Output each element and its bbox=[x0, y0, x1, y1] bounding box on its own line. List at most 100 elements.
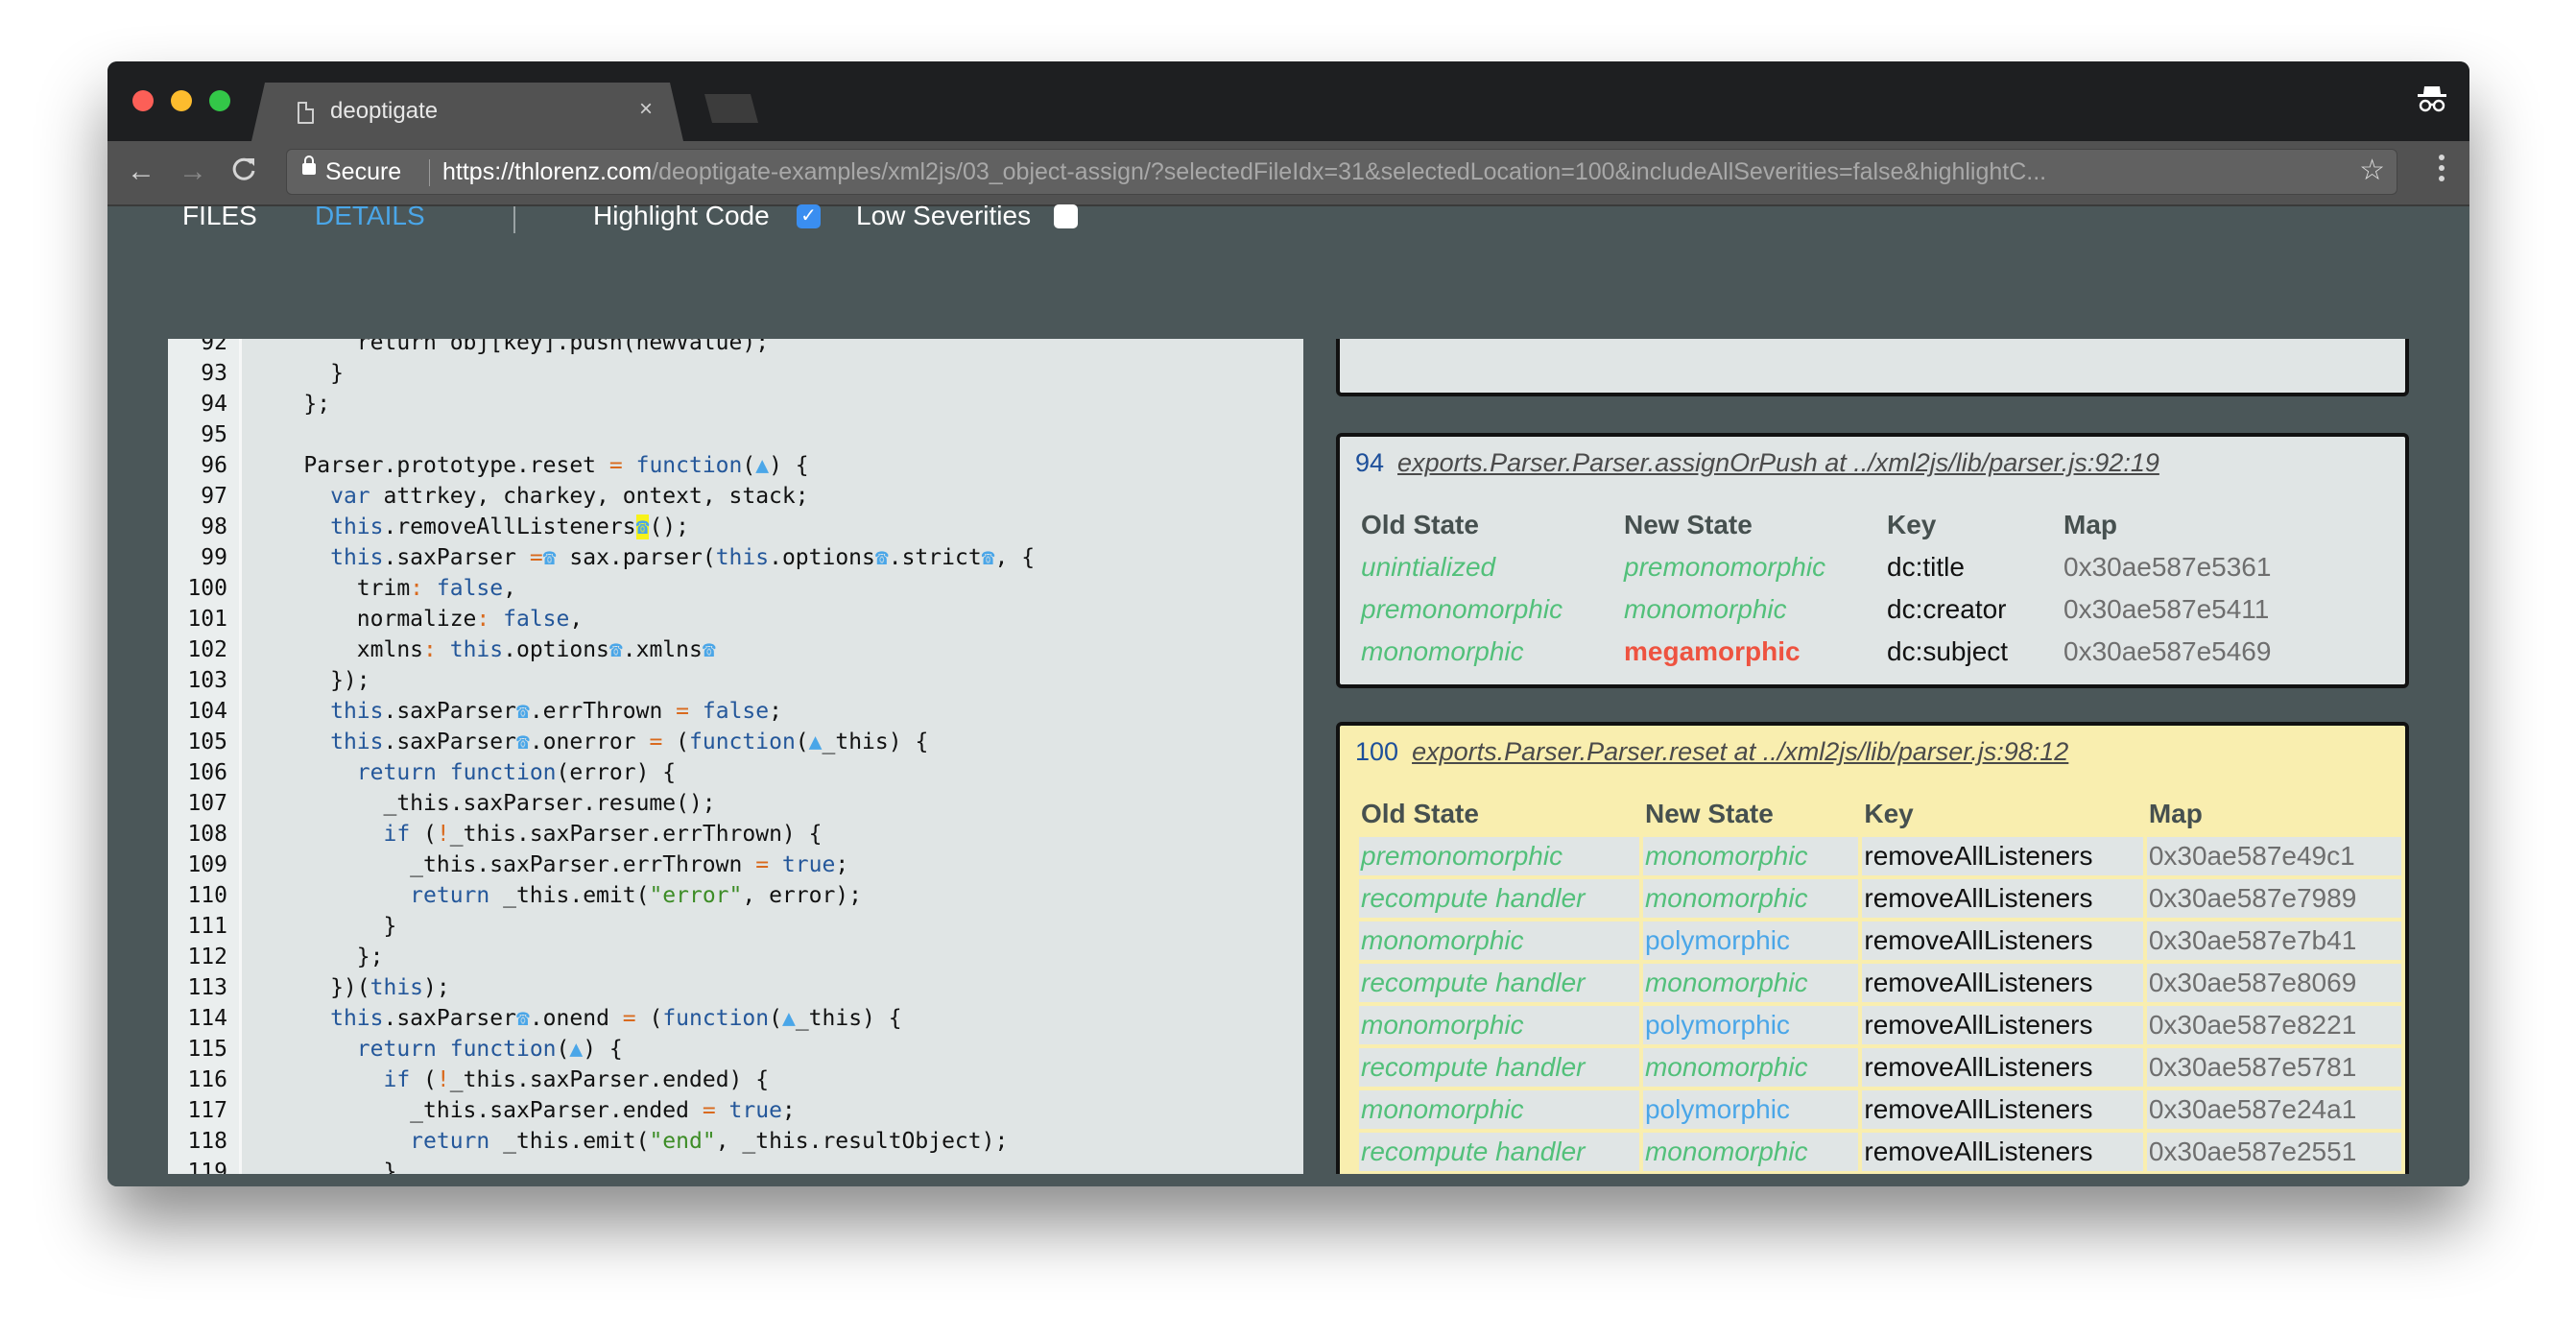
line-source: } bbox=[250, 358, 344, 389]
code-line: 109 _this.saxParser.errThrown = true; bbox=[168, 849, 1303, 880]
back-icon[interactable]: ← bbox=[127, 155, 155, 189]
deopt-marker-icon[interactable]: ▲ bbox=[809, 730, 823, 754]
line-number: 113 bbox=[187, 975, 227, 1000]
ic-marker-icon[interactable]: ☎ bbox=[543, 545, 557, 570]
table-row[interactable]: monomorphic megamorphic dc:subject 0x30ae58… bbox=[1359, 633, 2300, 671]
code-token: , bbox=[503, 576, 516, 601]
line-source: return function(error) { bbox=[250, 757, 676, 788]
highlight-code-checkbox[interactable]: ✓ bbox=[797, 204, 821, 228]
line-number: 105 bbox=[187, 730, 227, 754]
deopt-marker-icon[interactable]: ▲ bbox=[782, 1006, 796, 1031]
ic-marker-icon[interactable]: ☎ bbox=[982, 545, 995, 570]
code-token: }; bbox=[250, 945, 384, 969]
line-source: return _this.emit("end", _this.resultObj… bbox=[250, 1126, 1008, 1157]
table-row[interactable]: recompute handler monomorphic removeAllLis… bbox=[1359, 1048, 2401, 1087]
line-source: if (!_this.saxParser.errThrown) { bbox=[250, 819, 822, 849]
code-token: , { bbox=[994, 545, 1036, 570]
highlight-code-label: Highlight Code bbox=[593, 201, 770, 230]
reload-icon[interactable] bbox=[230, 155, 257, 183]
card-location-id: 94 bbox=[1355, 448, 1385, 477]
code-token: : bbox=[423, 637, 437, 662]
code-token: ( bbox=[410, 822, 437, 847]
code-token: = bbox=[529, 545, 543, 570]
tab-deoptigate[interactable]: deoptigate × bbox=[251, 83, 683, 141]
line-source: return function(▲) { bbox=[250, 1034, 623, 1065]
map-cell: 0x30ae587e5361 bbox=[2063, 552, 2272, 582]
code-token: function bbox=[449, 760, 557, 785]
table-row[interactable]: monomorphic polymorphic removeAllListeners… bbox=[1359, 1006, 2401, 1044]
line-source: } bbox=[250, 911, 396, 942]
code-token: function bbox=[689, 730, 796, 754]
close-window-button[interactable] bbox=[132, 90, 154, 111]
low-severities-checkbox[interactable] bbox=[1054, 204, 1078, 228]
deopt-marker-icon[interactable]: ▲ bbox=[569, 1037, 583, 1062]
code-token: ) { bbox=[583, 1037, 623, 1062]
old-state-cell: monomorphic bbox=[1361, 636, 1524, 666]
code-token: } bbox=[250, 361, 344, 386]
deopt-card-94[interactable]: 94 exports.Parser.Parser.assignOrPush at … bbox=[1336, 433, 2409, 688]
ic-marker-icon[interactable]: ☎ bbox=[875, 545, 889, 570]
ic-marker-icon[interactable]: ☎ bbox=[516, 699, 530, 724]
address-bar[interactable]: Secure https://thlorenz.com/deoptigate-e… bbox=[286, 149, 2397, 195]
line-number: 101 bbox=[187, 607, 227, 632]
line-source: _this.saxParser.resume(); bbox=[250, 788, 715, 819]
ic-marker-icon[interactable]: ☎ bbox=[516, 1006, 530, 1031]
deopt-marker-icon[interactable]: ▲ bbox=[755, 453, 769, 478]
code-token: false bbox=[436, 576, 504, 601]
minimize-window-button[interactable] bbox=[171, 90, 192, 111]
code-line: 92 return obj[key].push(newValue); bbox=[168, 339, 1303, 358]
line-source: normalize: false, bbox=[250, 604, 583, 634]
tab-title: deoptigate bbox=[330, 98, 439, 124]
table-row[interactable]: premonomorphic monomorphic dc:creator 0x30a… bbox=[1359, 590, 2300, 629]
table-row[interactable]: recompute handler monomorphic removeAllLis… bbox=[1359, 1133, 2401, 1171]
table-row[interactable]: premonomorphic monomorphic removeAllListen… bbox=[1359, 837, 2401, 875]
code-token: false bbox=[503, 607, 570, 632]
table-row[interactable]: recompute handler monomorphic removeAllLis… bbox=[1359, 879, 2401, 918]
map-cell: 0x30ae587e24a1 bbox=[2146, 1090, 2401, 1129]
line-source: } bbox=[250, 1157, 396, 1174]
line-source: this.saxParser☎.onerror = (function(▲_th… bbox=[250, 727, 928, 757]
ic-marker-icon[interactable]: ☎ bbox=[609, 637, 623, 662]
ic-marker-icon[interactable]: ☎ bbox=[635, 514, 650, 539]
card-function-link[interactable]: exports.Parser.Parser.reset at ../xml2js… bbox=[1412, 737, 2068, 766]
state-table: Old State New State Key Map unintialized prem… bbox=[1355, 502, 2303, 675]
ic-marker-icon[interactable]: ☎ bbox=[516, 730, 530, 754]
table-row[interactable]: monomorphic polymorphic removeAllListeners… bbox=[1359, 1090, 2401, 1129]
maximize-window-button[interactable] bbox=[209, 90, 230, 111]
code-token: = bbox=[608, 453, 623, 478]
forward-icon[interactable]: → bbox=[179, 155, 207, 189]
code-token: ( bbox=[635, 1006, 663, 1031]
code-line: 99 this.saxParser =☎ sax.parser(this.opt… bbox=[168, 542, 1303, 573]
nav-details[interactable]: DETAILS bbox=[315, 201, 425, 231]
tab-close-icon[interactable]: × bbox=[639, 96, 653, 123]
table-row[interactable]: unintialized premonomorphic dc:title 0x30ae… bbox=[1359, 548, 2300, 586]
deopt-details-panel[interactable]: monomorphic megamorphic dc:subject 0x30ae58… bbox=[1336, 339, 2409, 1174]
code-line: 94 }; bbox=[168, 389, 1303, 419]
url-text[interactable]: https://thlorenz.com/deoptigate-examples… bbox=[442, 158, 2046, 186]
new-state-cell: polymorphic bbox=[1642, 1006, 1859, 1044]
new-tab-button[interactable] bbox=[704, 94, 758, 123]
ic-marker-icon[interactable]: ☎ bbox=[703, 637, 716, 662]
line-source: })(this); bbox=[250, 972, 450, 1003]
deopt-card-partial[interactable]: monomorphicmegamorphicdc:subject0x30ae58… bbox=[1336, 339, 2409, 396]
code-token: return bbox=[410, 883, 490, 908]
bookmark-star-icon[interactable]: ☆ bbox=[2359, 154, 2385, 187]
deopt-card-100[interactable]: 100 exports.Parser.Parser.reset at ../xml… bbox=[1336, 722, 2409, 1174]
card-function-link[interactable]: exports.Parser.Parser.assignOrPush at ..… bbox=[1397, 448, 2159, 477]
table-row[interactable]: recompute handler monomorphic removeAllLis… bbox=[1359, 964, 2401, 1002]
code-token: "error" bbox=[649, 883, 743, 908]
nav-files[interactable]: FILES bbox=[182, 201, 257, 231]
card-header: 100 exports.Parser.Parser.reset at ../xml… bbox=[1355, 737, 2068, 767]
code-token: }); bbox=[250, 668, 370, 693]
browser-menu-icon[interactable] bbox=[2439, 155, 2445, 186]
line-number: 98 bbox=[201, 514, 227, 539]
code-view[interactable]: 92 return obj[key].push(newValue); 93 } 94… bbox=[168, 339, 1303, 1174]
table-row[interactable]: monomorphic polymorphic removeAllListeners… bbox=[1359, 921, 2401, 960]
